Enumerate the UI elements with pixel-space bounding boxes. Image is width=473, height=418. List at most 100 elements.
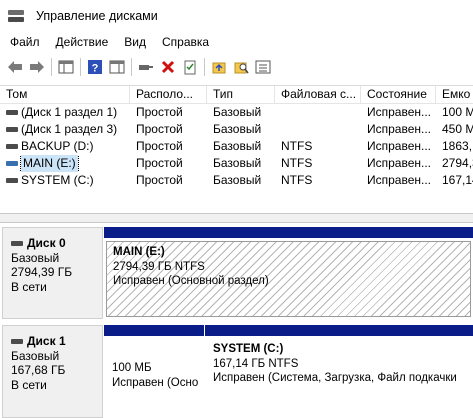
disk-management-icon	[8, 8, 26, 24]
partition-size: 167,14 ГБ NTFS	[213, 357, 299, 370]
disk-info[interactable]: Диск 0 Базовый 2794,39 ГБ В сети	[2, 227, 103, 319]
volume-layout: Простой	[136, 173, 183, 187]
volume-status: Исправен...	[367, 122, 432, 136]
toolbar: ?	[0, 55, 473, 79]
partition-status: Исправен (Осно	[112, 376, 199, 389]
volume-icon	[6, 161, 18, 166]
disk-type: Базовый	[11, 348, 60, 363]
connect-drive-icon[interactable]	[135, 56, 157, 78]
volume-capacity: 1863,	[442, 139, 473, 153]
partition-body: SYSTEM (C:) 167,14 ГБ NTFS Исправен (Сис…	[207, 339, 473, 418]
partition-label: SYSTEM (C:)	[213, 343, 284, 355]
volume-capacity: 167,14	[442, 173, 473, 187]
toolbar-separator	[51, 58, 52, 76]
toolbar-separator	[80, 58, 81, 76]
menu-help[interactable]: Справка	[154, 35, 217, 49]
partition-system-reserved[interactable]: 100 МБ Исправен (Осно	[104, 325, 204, 418]
title-bar: Управление дисками	[0, 0, 473, 32]
volume-layout: Простой	[136, 122, 183, 136]
disk-info[interactable]: Диск 1 Базовый 167,68 ГБ В сети	[2, 325, 103, 418]
partition-bar	[104, 325, 204, 336]
pane-splitter[interactable]	[0, 213, 473, 223]
column-capacity[interactable]: Емко	[436, 86, 473, 103]
column-layout[interactable]: Располо...	[130, 86, 207, 103]
partition-status: Исправен (Система, Загрузка, Файл подкач…	[213, 372, 457, 384]
toolbar-separator	[131, 58, 132, 76]
disk-name: Диск 1	[27, 334, 66, 348]
disk-icon	[11, 338, 23, 344]
volume-name: (Диск 1 раздел 3)	[21, 122, 118, 136]
menu-action[interactable]: Действие	[48, 35, 117, 49]
menu-bar: Файл Действие Вид Справка	[0, 32, 473, 52]
delete-icon[interactable]	[157, 56, 179, 78]
details-pane-icon[interactable]	[106, 56, 128, 78]
volume-icon	[6, 144, 18, 149]
column-volume[interactable]: Том	[0, 86, 130, 103]
column-type[interactable]: Тип	[207, 86, 275, 103]
properties-icon[interactable]	[179, 56, 201, 78]
partition-body: MAIN (E:) 2794,39 ГБ NTFS Исправен (Осно…	[106, 241, 471, 317]
volume-capacity: 100 M	[442, 105, 473, 119]
list-view-icon[interactable]	[252, 56, 274, 78]
volume-status: Исправен...	[367, 173, 432, 187]
folder-up-icon[interactable]	[208, 56, 230, 78]
volume-name: (Диск 1 раздел 1)	[21, 105, 118, 119]
volume-layout: Простой	[136, 156, 183, 170]
volume-list: Том Располо... Тип Файловая с... Состоян…	[0, 85, 473, 213]
search-folder-icon[interactable]	[230, 56, 252, 78]
volume-status: Исправен...	[367, 139, 432, 153]
table-row[interactable]: (Диск 1 раздел 1) Простой Базовый Исправ…	[0, 104, 473, 121]
help-icon[interactable]: ?	[84, 56, 106, 78]
toolbar-separator	[204, 58, 205, 76]
partition-bar	[205, 325, 473, 336]
forward-arrow-icon[interactable]	[26, 56, 48, 78]
partition-size: 2794,39 ГБ NTFS	[113, 260, 205, 273]
volume-type: Базовый	[213, 122, 262, 136]
disk-name: Диск 0	[27, 236, 66, 250]
partition-body: 100 МБ Исправен (Осно	[106, 339, 202, 418]
table-row[interactable]: SYSTEM (C:) Простой Базовый NTFS Исправе…	[0, 172, 473, 189]
menu-view[interactable]: Вид	[116, 35, 154, 49]
column-filesystem[interactable]: Файловая с...	[275, 86, 361, 103]
disk-graphical-view: Диск 0 Базовый 2794,39 ГБ В сети MAIN (E…	[0, 223, 473, 418]
volume-name: SYSTEM (C:)	[21, 173, 94, 187]
volume-list-header: Том Располо... Тип Файловая с... Состоян…	[0, 86, 473, 104]
volume-type: Базовый	[213, 173, 262, 187]
table-row[interactable]: (Диск 1 раздел 3) Простой Базовый Исправ…	[0, 121, 473, 138]
volume-capacity: 2794,3	[442, 156, 473, 170]
disk-size: 2794,39 ГБ	[11, 265, 73, 279]
partition-system[interactable]: SYSTEM (C:) 167,14 ГБ NTFS Исправен (Сис…	[205, 325, 473, 418]
disk-row: Диск 0 Базовый 2794,39 ГБ В сети MAIN (E…	[0, 227, 473, 319]
partition-status: Исправен (Основной раздел)	[113, 275, 269, 287]
volume-type: Базовый	[213, 156, 262, 170]
volume-filesystem: NTFS	[281, 156, 313, 170]
partition-main[interactable]: MAIN (E:) 2794,39 ГБ NTFS Исправен (Осно…	[104, 227, 473, 319]
volume-type: Базовый	[213, 139, 262, 153]
menu-file[interactable]: Файл	[0, 35, 48, 49]
partition-label: MAIN (E:)	[113, 246, 165, 258]
volume-layout: Простой	[136, 105, 183, 119]
volume-name: MAIN (E:)	[20, 155, 79, 172]
column-status[interactable]: Состояние	[361, 86, 436, 103]
volume-filesystem: NTFS	[281, 173, 313, 187]
back-arrow-icon[interactable]	[4, 56, 26, 78]
disk-state: В сети	[11, 377, 47, 392]
table-row[interactable]: BACKUP (D:) Простой Базовый NTFS Исправе…	[0, 138, 473, 155]
disk-row: Диск 1 Базовый 167,68 ГБ В сети 100 МБ И…	[0, 325, 473, 418]
console-tree-icon[interactable]	[55, 56, 77, 78]
table-row-selected[interactable]: MAIN (E:) Простой Базовый NTFS Исправен.…	[0, 155, 473, 172]
disk-size: 167,68 ГБ	[11, 363, 66, 377]
partition-bar	[104, 227, 473, 238]
partition-size: 100 МБ	[112, 362, 152, 374]
volume-type: Базовый	[213, 105, 262, 119]
volume-icon	[6, 110, 18, 115]
volume-icon	[6, 127, 18, 132]
volume-name: BACKUP (D:)	[21, 139, 94, 153]
volume-icon	[6, 178, 18, 183]
disk-icon	[11, 240, 23, 246]
volume-status: Исправен...	[367, 156, 432, 170]
svg-text:?: ?	[92, 63, 99, 75]
volume-filesystem: NTFS	[281, 139, 313, 153]
disk-state: В сети	[11, 279, 47, 294]
volume-layout: Простой	[136, 139, 183, 153]
